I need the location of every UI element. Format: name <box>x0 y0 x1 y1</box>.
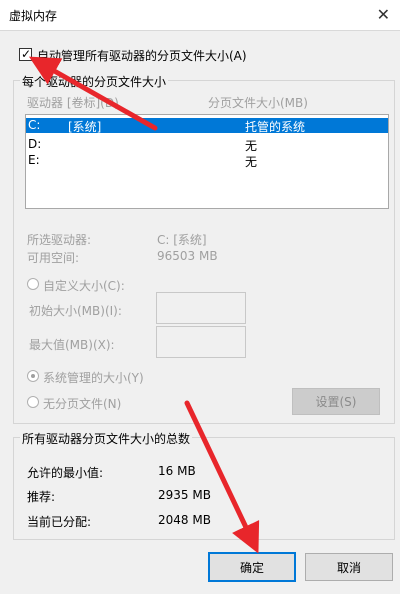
initial-size-input[interactable] <box>156 292 246 324</box>
drive-volume: [系统] <box>68 120 102 134</box>
free-space-value: 96503 MB <box>157 249 218 263</box>
drive-paging-size: 无 <box>245 155 258 169</box>
totals-group-title: 所有驱动器分页文件大小的总数 <box>20 430 193 447</box>
column-header-size: 分页文件大小(MB) <box>208 96 308 110</box>
free-space-label: 可用空间: <box>27 251 80 265</box>
drive-paging-size: 无 <box>245 139 258 153</box>
drive-row-e[interactable]: E: 无 <box>26 153 388 169</box>
title-divider <box>0 30 400 31</box>
min-allowed-label: 允许的最小值: <box>27 466 104 480</box>
auto-manage-label[interactable]: 自动管理所有驱动器的分页文件大小(A) <box>37 47 247 64</box>
column-header-drive: 驱动器 [卷标](D) <box>27 96 119 110</box>
close-icon[interactable]: ✕ <box>377 5 390 24</box>
system-managed-label[interactable]: 系统管理的大小(Y) <box>43 369 144 386</box>
current-allocated-value: 2048 MB <box>158 513 211 527</box>
system-managed-radio[interactable] <box>27 370 39 382</box>
recommended-label: 推荐: <box>27 490 56 504</box>
selected-drive-value: C: [系统] <box>157 233 207 247</box>
radio-selected-dot <box>31 374 35 378</box>
set-button[interactable]: 设置(S) <box>292 388 380 415</box>
no-paging-label[interactable]: 无分页文件(N) <box>43 395 121 412</box>
selected-drive-label: 所选驱动器: <box>27 233 92 247</box>
title-bar: 虚拟内存 ✕ <box>0 0 400 30</box>
drive-row-c[interactable]: C: [系统] 托管的系统 <box>26 118 388 134</box>
drive-listbox[interactable]: C: [系统] 托管的系统 D: 无 E: 无 <box>25 114 389 209</box>
cancel-button[interactable]: 取消 <box>305 553 393 581</box>
drives-group-title: 每个驱动器的分页文件大小 <box>20 73 169 90</box>
drive-letter: E: <box>28 153 40 167</box>
max-size-input[interactable] <box>156 326 246 358</box>
drive-paging-size: 托管的系统 <box>245 120 306 134</box>
max-size-label: 最大值(MB)(X): <box>29 338 115 352</box>
ok-button[interactable]: 确定 <box>208 552 296 582</box>
min-allowed-value: 16 MB <box>158 464 196 478</box>
drive-row-d[interactable]: D: 无 <box>26 137 388 153</box>
drive-letter: D: <box>28 137 42 151</box>
checkmark-icon: ✓ <box>21 47 32 61</box>
custom-size-label[interactable]: 自定义大小(C): <box>43 277 125 294</box>
no-paging-radio[interactable] <box>27 396 39 408</box>
initial-size-label: 初始大小(MB)(I): <box>29 304 122 318</box>
drive-letter: C: <box>28 118 41 132</box>
current-allocated-label: 当前已分配: <box>27 515 92 529</box>
custom-size-radio[interactable] <box>27 278 39 290</box>
window-title: 虚拟内存 <box>9 9 58 23</box>
auto-manage-checkbox[interactable]: ✓ <box>19 47 32 61</box>
recommended-value: 2935 MB <box>158 488 211 502</box>
